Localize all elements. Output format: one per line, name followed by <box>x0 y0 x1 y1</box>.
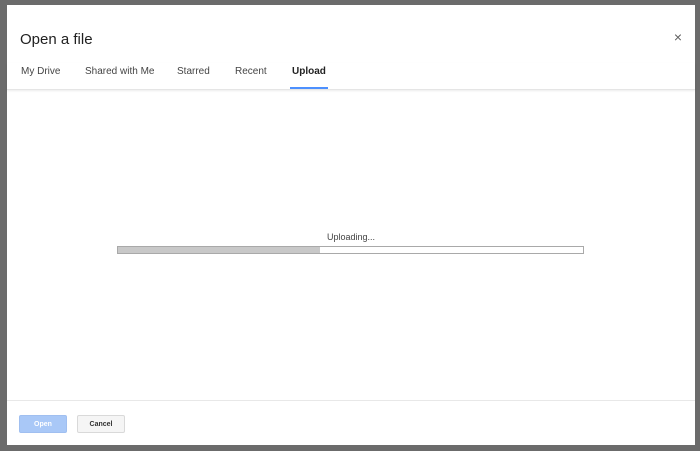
tab-shared-with-me[interactable]: Shared with Me <box>85 66 154 89</box>
tab-my-drive[interactable]: My Drive <box>21 66 60 89</box>
cancel-button[interactable]: Cancel <box>77 415 125 433</box>
tab-upload[interactable]: Upload <box>290 66 328 89</box>
dialog-title: Open a file <box>20 31 93 48</box>
close-icon[interactable]: × <box>671 30 685 44</box>
upload-progress-bar <box>117 246 584 254</box>
tab-bar: My Drive Shared with Me Starred Recent U… <box>7 63 695 90</box>
upload-status-text: Uploading... <box>326 232 376 242</box>
tab-starred[interactable]: Starred <box>177 66 210 89</box>
upload-progress-fill <box>118 247 321 253</box>
open-file-dialog: Open a file × My Drive Shared with Me St… <box>7 5 695 445</box>
tab-recent[interactable]: Recent <box>235 66 267 89</box>
open-button[interactable]: Open <box>19 415 67 433</box>
dialog-footer: Open Cancel <box>7 400 695 446</box>
